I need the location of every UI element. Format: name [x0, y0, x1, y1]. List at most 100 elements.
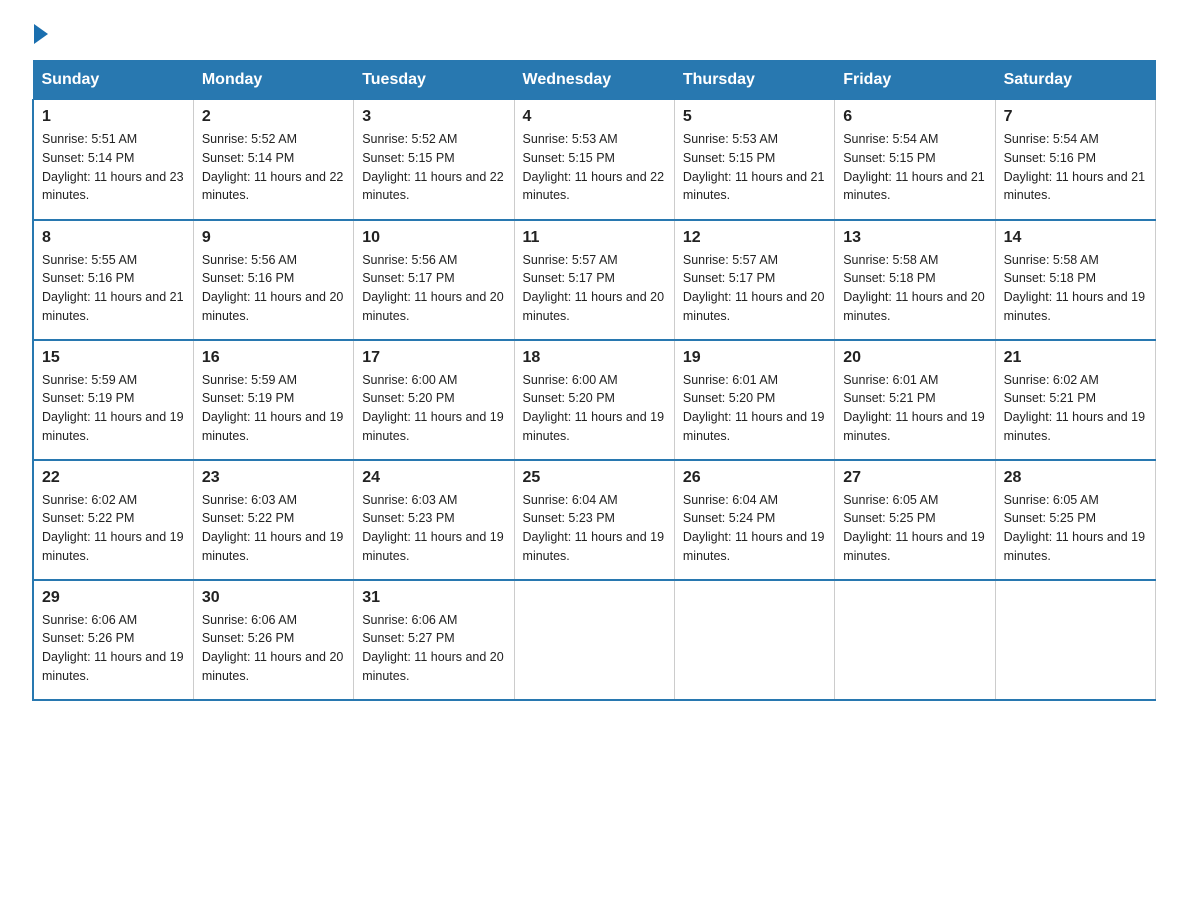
calendar-week-row: 15 Sunrise: 5:59 AM Sunset: 5:19 PM Dayl…	[33, 340, 1156, 460]
day-number: 26	[683, 469, 826, 487]
calendar-day-cell: 9 Sunrise: 5:56 AM Sunset: 5:16 PM Dayli…	[193, 220, 353, 340]
calendar-day-cell: 29 Sunrise: 6:06 AM Sunset: 5:26 PM Dayl…	[33, 580, 193, 700]
calendar-day-cell: 4 Sunrise: 5:53 AM Sunset: 5:15 PM Dayli…	[514, 100, 674, 220]
weekday-header-thursday: Thursday	[674, 61, 834, 100]
day-number: 19	[683, 349, 826, 367]
weekday-header-saturday: Saturday	[995, 61, 1155, 100]
calendar-day-cell: 14 Sunrise: 5:58 AM Sunset: 5:18 PM Dayl…	[995, 220, 1155, 340]
day-number: 1	[42, 108, 185, 126]
calendar-day-cell: 10 Sunrise: 5:56 AM Sunset: 5:17 PM Dayl…	[354, 220, 514, 340]
day-number: 5	[683, 108, 826, 126]
day-number: 6	[843, 108, 986, 126]
calendar-day-cell: 17 Sunrise: 6:00 AM Sunset: 5:20 PM Dayl…	[354, 340, 514, 460]
day-info: Sunrise: 5:52 AM Sunset: 5:15 PM Dayligh…	[362, 130, 505, 205]
calendar-day-cell: 8 Sunrise: 5:55 AM Sunset: 5:16 PM Dayli…	[33, 220, 193, 340]
day-number: 14	[1004, 229, 1147, 247]
day-info: Sunrise: 6:05 AM Sunset: 5:25 PM Dayligh…	[843, 491, 986, 566]
weekday-header-monday: Monday	[193, 61, 353, 100]
day-number: 15	[42, 349, 185, 367]
day-info: Sunrise: 6:01 AM Sunset: 5:21 PM Dayligh…	[843, 371, 986, 446]
day-info: Sunrise: 6:03 AM Sunset: 5:22 PM Dayligh…	[202, 491, 345, 566]
day-number: 24	[362, 469, 505, 487]
day-number: 17	[362, 349, 505, 367]
calendar-day-cell: 24 Sunrise: 6:03 AM Sunset: 5:23 PM Dayl…	[354, 460, 514, 580]
day-number: 23	[202, 469, 345, 487]
calendar-day-cell: 31 Sunrise: 6:06 AM Sunset: 5:27 PM Dayl…	[354, 580, 514, 700]
calendar-day-cell: 1 Sunrise: 5:51 AM Sunset: 5:14 PM Dayli…	[33, 100, 193, 220]
day-number: 18	[523, 349, 666, 367]
day-number: 30	[202, 589, 345, 607]
day-number: 2	[202, 108, 345, 126]
day-info: Sunrise: 6:00 AM Sunset: 5:20 PM Dayligh…	[523, 371, 666, 446]
calendar-day-cell: 27 Sunrise: 6:05 AM Sunset: 5:25 PM Dayl…	[835, 460, 995, 580]
logo-arrow-icon	[34, 24, 48, 44]
day-info: Sunrise: 6:06 AM Sunset: 5:26 PM Dayligh…	[202, 611, 345, 686]
day-number: 3	[362, 108, 505, 126]
calendar-day-cell: 7 Sunrise: 5:54 AM Sunset: 5:16 PM Dayli…	[995, 100, 1155, 220]
calendar-day-cell: 13 Sunrise: 5:58 AM Sunset: 5:18 PM Dayl…	[835, 220, 995, 340]
calendar-day-cell: 12 Sunrise: 5:57 AM Sunset: 5:17 PM Dayl…	[674, 220, 834, 340]
day-info: Sunrise: 5:53 AM Sunset: 5:15 PM Dayligh…	[683, 130, 826, 205]
calendar-day-cell: 11 Sunrise: 5:57 AM Sunset: 5:17 PM Dayl…	[514, 220, 674, 340]
weekday-header-wednesday: Wednesday	[514, 61, 674, 100]
day-number: 25	[523, 469, 666, 487]
day-info: Sunrise: 5:59 AM Sunset: 5:19 PM Dayligh…	[42, 371, 185, 446]
calendar-day-cell: 2 Sunrise: 5:52 AM Sunset: 5:14 PM Dayli…	[193, 100, 353, 220]
day-info: Sunrise: 5:51 AM Sunset: 5:14 PM Dayligh…	[42, 130, 185, 205]
day-info: Sunrise: 6:06 AM Sunset: 5:27 PM Dayligh…	[362, 611, 505, 686]
calendar-day-cell	[995, 580, 1155, 700]
calendar-week-row: 8 Sunrise: 5:55 AM Sunset: 5:16 PM Dayli…	[33, 220, 1156, 340]
day-info: Sunrise: 6:03 AM Sunset: 5:23 PM Dayligh…	[362, 491, 505, 566]
calendar-day-cell: 15 Sunrise: 5:59 AM Sunset: 5:19 PM Dayl…	[33, 340, 193, 460]
calendar-week-row: 22 Sunrise: 6:02 AM Sunset: 5:22 PM Dayl…	[33, 460, 1156, 580]
day-number: 22	[42, 469, 185, 487]
day-info: Sunrise: 6:04 AM Sunset: 5:24 PM Dayligh…	[683, 491, 826, 566]
calendar-day-cell: 5 Sunrise: 5:53 AM Sunset: 5:15 PM Dayli…	[674, 100, 834, 220]
day-number: 29	[42, 589, 185, 607]
calendar-day-cell: 16 Sunrise: 5:59 AM Sunset: 5:19 PM Dayl…	[193, 340, 353, 460]
calendar-day-cell: 25 Sunrise: 6:04 AM Sunset: 5:23 PM Dayl…	[514, 460, 674, 580]
day-info: Sunrise: 6:02 AM Sunset: 5:21 PM Dayligh…	[1004, 371, 1147, 446]
calendar-week-row: 29 Sunrise: 6:06 AM Sunset: 5:26 PM Dayl…	[33, 580, 1156, 700]
day-number: 27	[843, 469, 986, 487]
day-info: Sunrise: 5:53 AM Sunset: 5:15 PM Dayligh…	[523, 130, 666, 205]
day-number: 28	[1004, 469, 1147, 487]
calendar-header-row: SundayMondayTuesdayWednesdayThursdayFrid…	[33, 61, 1156, 100]
calendar-day-cell: 23 Sunrise: 6:03 AM Sunset: 5:22 PM Dayl…	[193, 460, 353, 580]
calendar-day-cell	[514, 580, 674, 700]
calendar-day-cell: 30 Sunrise: 6:06 AM Sunset: 5:26 PM Dayl…	[193, 580, 353, 700]
day-info: Sunrise: 5:55 AM Sunset: 5:16 PM Dayligh…	[42, 251, 185, 326]
day-info: Sunrise: 6:00 AM Sunset: 5:20 PM Dayligh…	[362, 371, 505, 446]
calendar-day-cell: 20 Sunrise: 6:01 AM Sunset: 5:21 PM Dayl…	[835, 340, 995, 460]
calendar-day-cell: 18 Sunrise: 6:00 AM Sunset: 5:20 PM Dayl…	[514, 340, 674, 460]
day-info: Sunrise: 5:52 AM Sunset: 5:14 PM Dayligh…	[202, 130, 345, 205]
calendar-day-cell: 21 Sunrise: 6:02 AM Sunset: 5:21 PM Dayl…	[995, 340, 1155, 460]
day-number: 7	[1004, 108, 1147, 126]
day-number: 31	[362, 589, 505, 607]
day-info: Sunrise: 5:58 AM Sunset: 5:18 PM Dayligh…	[1004, 251, 1147, 326]
day-info: Sunrise: 6:01 AM Sunset: 5:20 PM Dayligh…	[683, 371, 826, 446]
page-header	[32, 24, 1156, 44]
day-number: 9	[202, 229, 345, 247]
day-number: 4	[523, 108, 666, 126]
day-number: 11	[523, 229, 666, 247]
weekday-header-tuesday: Tuesday	[354, 61, 514, 100]
day-info: Sunrise: 5:56 AM Sunset: 5:16 PM Dayligh…	[202, 251, 345, 326]
day-info: Sunrise: 5:54 AM Sunset: 5:15 PM Dayligh…	[843, 130, 986, 205]
day-info: Sunrise: 5:58 AM Sunset: 5:18 PM Dayligh…	[843, 251, 986, 326]
calendar-day-cell	[674, 580, 834, 700]
calendar-day-cell	[835, 580, 995, 700]
day-info: Sunrise: 5:59 AM Sunset: 5:19 PM Dayligh…	[202, 371, 345, 446]
calendar-week-row: 1 Sunrise: 5:51 AM Sunset: 5:14 PM Dayli…	[33, 100, 1156, 220]
calendar-day-cell: 28 Sunrise: 6:05 AM Sunset: 5:25 PM Dayl…	[995, 460, 1155, 580]
calendar-table: SundayMondayTuesdayWednesdayThursdayFrid…	[32, 60, 1156, 701]
weekday-header-friday: Friday	[835, 61, 995, 100]
day-number: 10	[362, 229, 505, 247]
day-info: Sunrise: 5:56 AM Sunset: 5:17 PM Dayligh…	[362, 251, 505, 326]
calendar-day-cell: 19 Sunrise: 6:01 AM Sunset: 5:20 PM Dayl…	[674, 340, 834, 460]
calendar-day-cell: 26 Sunrise: 6:04 AM Sunset: 5:24 PM Dayl…	[674, 460, 834, 580]
day-number: 21	[1004, 349, 1147, 367]
day-number: 12	[683, 229, 826, 247]
calendar-day-cell: 6 Sunrise: 5:54 AM Sunset: 5:15 PM Dayli…	[835, 100, 995, 220]
day-info: Sunrise: 6:04 AM Sunset: 5:23 PM Dayligh…	[523, 491, 666, 566]
